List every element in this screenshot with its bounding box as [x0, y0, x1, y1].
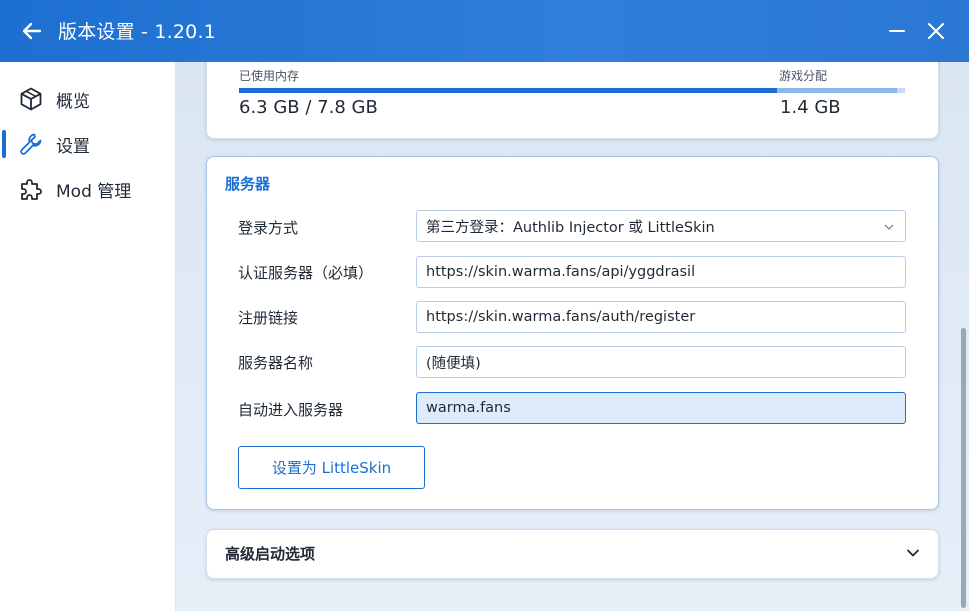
- wrench-icon: [20, 133, 42, 155]
- server-name-input[interactable]: [416, 346, 906, 378]
- arrow-left-icon: [22, 22, 42, 40]
- close-button[interactable]: [922, 17, 950, 45]
- back-button[interactable]: [18, 17, 46, 45]
- sidebar-item-overview[interactable]: 概览: [0, 79, 175, 119]
- sidebar-item-mods[interactable]: Mod 管理: [0, 169, 175, 209]
- advanced-options-card[interactable]: 高级启动选项: [206, 529, 939, 579]
- login-method-value: 第三方登录：Authlib Injector 或 LittleSkin: [426, 219, 715, 236]
- sidebar-item-label: 设置: [56, 136, 90, 157]
- minimize-icon: [889, 30, 905, 32]
- auth-server-label: 认证服务器（必填）: [238, 264, 374, 282]
- used-memory-value: 6.3 GB / 7.8 GB: [239, 97, 378, 118]
- server-card: 服务器 登录方式 第三方登录：Authlib Injector 或 Little…: [206, 156, 939, 510]
- auth-server-input[interactable]: [416, 256, 906, 288]
- minimize-button[interactable]: [883, 17, 911, 45]
- game-allocation-label: 游戏分配: [779, 69, 828, 83]
- chevron-down-icon: [884, 224, 894, 230]
- game-allocation-value: 1.4 GB: [780, 97, 841, 118]
- close-icon: [928, 23, 944, 39]
- window-title: 版本设置 - 1.20.1: [58, 21, 216, 43]
- auto-join-input[interactable]: [416, 392, 906, 424]
- set-littleskin-button[interactable]: 设置为 LittleSkin: [238, 446, 425, 489]
- chevron-down-icon: [907, 549, 919, 557]
- used-memory-label: 已使用内存: [239, 69, 300, 83]
- title-bar: 版本设置 - 1.20.1: [0, 0, 969, 62]
- login-method-select[interactable]: 第三方登录：Authlib Injector 或 LittleSkin: [416, 210, 906, 242]
- auto-join-label: 自动进入服务器: [238, 401, 344, 419]
- cube-icon: [20, 87, 42, 111]
- sidebar-item-settings[interactable]: 设置: [0, 124, 175, 164]
- scrollbar-thumb[interactable]: [961, 328, 966, 608]
- sidebar: 概览 设置 Mod 管理: [0, 62, 176, 611]
- memory-alloc-segment: [777, 88, 897, 93]
- login-method-label: 登录方式: [238, 219, 299, 237]
- content-area: 已使用内存 游戏分配 6.3 GB / 7.8 GB 1.4 GB 服务器 登录…: [176, 62, 969, 611]
- server-name-label: 服务器名称: [238, 354, 314, 372]
- memory-bar: [239, 88, 905, 93]
- puzzle-icon: [21, 179, 42, 200]
- sidebar-item-label: Mod 管理: [56, 181, 132, 202]
- register-link-input[interactable]: [416, 301, 906, 333]
- server-section-title: 服务器: [225, 175, 271, 193]
- memory-used-segment: [239, 88, 777, 93]
- advanced-options-title: 高级启动选项: [225, 545, 316, 563]
- memory-card: 已使用内存 游戏分配 6.3 GB / 7.8 GB 1.4 GB: [206, 62, 939, 139]
- register-link-label: 注册链接: [238, 309, 299, 327]
- sidebar-item-label: 概览: [56, 91, 90, 112]
